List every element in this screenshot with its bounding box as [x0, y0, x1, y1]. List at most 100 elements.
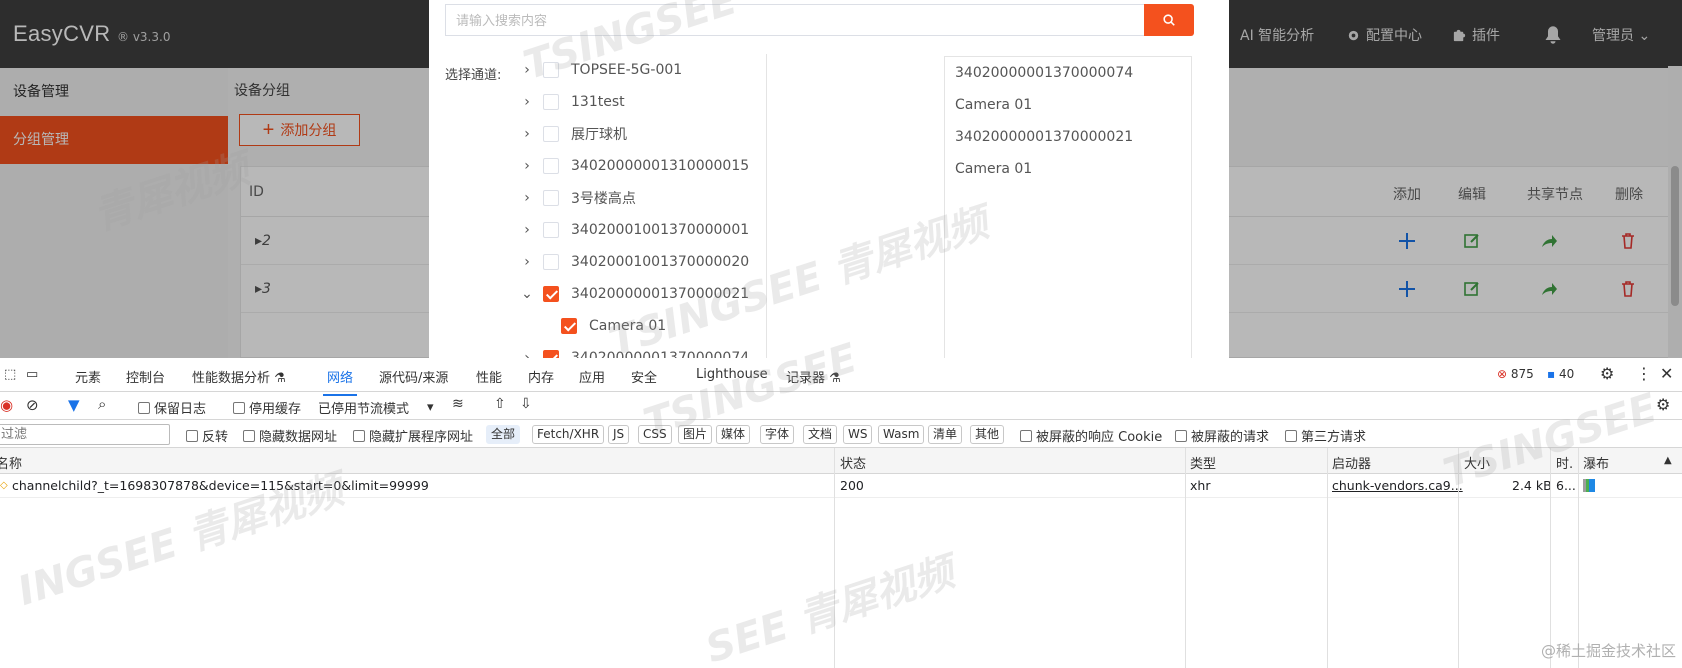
- type-filter-font[interactable]: 字体: [760, 425, 795, 444]
- tree-checkbox[interactable]: [561, 318, 577, 334]
- close-icon[interactable]: ✕: [1660, 364, 1673, 383]
- tree-checkbox[interactable]: [543, 350, 559, 358]
- list-item: 34020000001370000074: [955, 65, 1134, 81]
- network-conditions-icon[interactable]: ≋: [452, 396, 464, 412]
- network-filter-bar: 反转 隐藏数据网址 隐藏扩展程序网址 全部 Fetch/XHR JS CSS 图…: [0, 420, 1682, 448]
- search-icon: [1163, 14, 1175, 26]
- type-filter-js[interactable]: JS: [608, 425, 630, 444]
- type-filter-css[interactable]: CSS: [638, 425, 672, 444]
- clear-icon[interactable]: ⊘: [26, 396, 39, 414]
- chevron-right-icon[interactable]: ›: [517, 190, 537, 206]
- error-count[interactable]: ⊗ 875: [1497, 367, 1534, 381]
- type-filter-manifest[interactable]: 清单: [928, 425, 963, 444]
- request-size: 2.4 kB: [1512, 478, 1552, 493]
- tree-checkbox[interactable]: [543, 286, 559, 302]
- tree-checkbox[interactable]: [543, 158, 559, 174]
- tab-security[interactable]: 安全: [631, 367, 657, 386]
- chevron-right-icon[interactable]: ›: [517, 350, 537, 358]
- hide-extension-urls-checkbox[interactable]: 隐藏扩展程序网址: [353, 426, 473, 445]
- tree-node[interactable]: › TOPSEE-5G-001: [517, 54, 757, 86]
- tree-node[interactable]: › 34020001001370000001: [517, 214, 757, 246]
- col-waterfall[interactable]: 瀑布: [1583, 453, 1609, 472]
- search-input[interactable]: [445, 4, 1145, 36]
- type-filter-fetch-xhr[interactable]: Fetch/XHR: [532, 425, 605, 444]
- tree-node[interactable]: › 展厅球机: [517, 118, 757, 150]
- chevron-right-icon[interactable]: ›: [517, 94, 537, 110]
- chevron-right-icon[interactable]: ›: [517, 222, 537, 238]
- channel-select-dialog: 选择通道: ›TOPSEE-5G-001 ›131test ›展厅球机 ›340…: [429, 0, 1229, 358]
- request-initiator-link[interactable]: chunk-vendors.ca9...: [1332, 478, 1463, 493]
- tree-node[interactable]: › 34020000001310000015: [517, 150, 757, 182]
- col-name[interactable]: 名称: [0, 453, 22, 472]
- third-party-checkbox[interactable]: 第三方请求: [1285, 426, 1366, 445]
- filter-input[interactable]: [0, 424, 170, 445]
- tab-application[interactable]: 应用: [579, 367, 605, 386]
- channel-tree: › TOPSEE-5G-001 › 131test › 展厅球机 › 340200000…: [517, 54, 767, 358]
- preserve-log-checkbox[interactable]: 保留日志: [138, 398, 206, 417]
- request-name[interactable]: channelchild?_t=1698307878&device=115&st…: [12, 478, 429, 493]
- tree-checkbox[interactable]: [543, 222, 559, 238]
- blocked-requests-checkbox[interactable]: 被屏蔽的请求: [1175, 426, 1269, 445]
- tab-recorder[interactable]: 记录器 ⚗: [786, 367, 841, 386]
- tab-performance-insights[interactable]: 性能数据分析 ⚗: [192, 367, 286, 386]
- network-settings-gear-icon[interactable]: ⚙: [1656, 395, 1670, 414]
- record-stop-icon[interactable]: ◉: [0, 396, 13, 414]
- col-status[interactable]: 状态: [840, 453, 866, 472]
- error-icon: ⊗: [1497, 367, 1508, 381]
- chevron-right-icon[interactable]: ›: [517, 158, 537, 174]
- tree-node[interactable]: › 34020001001370000020: [517, 246, 757, 278]
- tree-checkbox[interactable]: [543, 94, 559, 110]
- tab-console[interactable]: 控制台: [126, 367, 165, 386]
- inspect-icon[interactable]: ⬚: [4, 367, 16, 382]
- type-filter-all[interactable]: 全部: [486, 425, 521, 444]
- type-filter-media[interactable]: 媒体: [716, 425, 751, 444]
- chevron-right-icon[interactable]: ›: [517, 254, 537, 270]
- tree-checkbox[interactable]: [543, 62, 559, 78]
- device-toolbar-icon[interactable]: ▭: [26, 367, 38, 382]
- tab-performance[interactable]: 性能: [476, 367, 502, 386]
- filter-icon[interactable]: ▼: [68, 396, 80, 414]
- tree-node[interactable]: › 34020000001370000074: [517, 342, 757, 358]
- tree-node[interactable]: Camera 01: [517, 310, 757, 342]
- tree-checkbox[interactable]: [543, 254, 559, 270]
- tab-memory[interactable]: 内存: [528, 367, 554, 386]
- devtools-panel: ⬚ ▭ 元素 控制台 性能数据分析 ⚗ 网络 源代码/来源 性能 内存 应用 安…: [0, 335, 1682, 668]
- table-row[interactable]: ◇ channelchild?_t=1698307878&device=115&…: [0, 474, 1682, 498]
- invert-checkbox[interactable]: 反转: [186, 426, 228, 445]
- type-filter-doc[interactable]: 文档: [803, 425, 838, 444]
- upload-icon[interactable]: ⇧: [494, 396, 506, 412]
- tab-network[interactable]: 网络: [322, 367, 358, 396]
- tab-elements[interactable]: 元素: [75, 367, 101, 386]
- tree-node[interactable]: › 3号楼高点: [517, 182, 757, 214]
- tree-node[interactable]: ⌄ 34020000001370000021: [517, 278, 757, 310]
- chevron-down-icon[interactable]: ⌄: [517, 286, 537, 302]
- tree-checkbox[interactable]: [543, 126, 559, 142]
- type-filter-ws[interactable]: WS: [843, 425, 873, 444]
- sort-up-icon[interactable]: ▲: [1664, 455, 1672, 466]
- chevron-right-icon[interactable]: ›: [517, 62, 537, 78]
- request-type: xhr: [1190, 478, 1211, 493]
- throttle-select[interactable]: 已停用节流模式 ▾: [318, 398, 434, 417]
- tab-sources[interactable]: 源代码/来源: [379, 367, 448, 386]
- search-icon[interactable]: ⌕: [98, 395, 106, 413]
- type-filter-wasm[interactable]: Wasm: [878, 425, 925, 444]
- blocked-cookies-checkbox[interactable]: 被屏蔽的响应 Cookie: [1020, 426, 1162, 445]
- col-type[interactable]: 类型: [1190, 453, 1216, 472]
- col-size[interactable]: 大小: [1464, 453, 1490, 472]
- tree-checkbox[interactable]: [543, 190, 559, 206]
- col-time[interactable]: 时.: [1556, 453, 1573, 472]
- settings-gear-icon[interactable]: ⚙: [1600, 364, 1614, 383]
- more-options-icon[interactable]: ⋮: [1636, 364, 1652, 383]
- request-status: 200: [840, 478, 864, 493]
- search-button[interactable]: [1144, 4, 1194, 36]
- tree-node[interactable]: › 131test: [517, 86, 757, 118]
- disable-cache-checkbox[interactable]: 停用缓存: [233, 398, 301, 417]
- chevron-right-icon[interactable]: ›: [517, 126, 537, 142]
- hide-data-urls-checkbox[interactable]: 隐藏数据网址: [243, 426, 337, 445]
- message-count[interactable]: ▪ 40: [1547, 367, 1574, 381]
- col-initiator[interactable]: 启动器: [1332, 453, 1371, 472]
- type-filter-other[interactable]: 其他: [970, 425, 1005, 444]
- type-filter-img[interactable]: 图片: [678, 425, 713, 444]
- tab-lighthouse[interactable]: Lighthouse: [696, 367, 768, 382]
- download-icon[interactable]: ⇩: [520, 396, 532, 412]
